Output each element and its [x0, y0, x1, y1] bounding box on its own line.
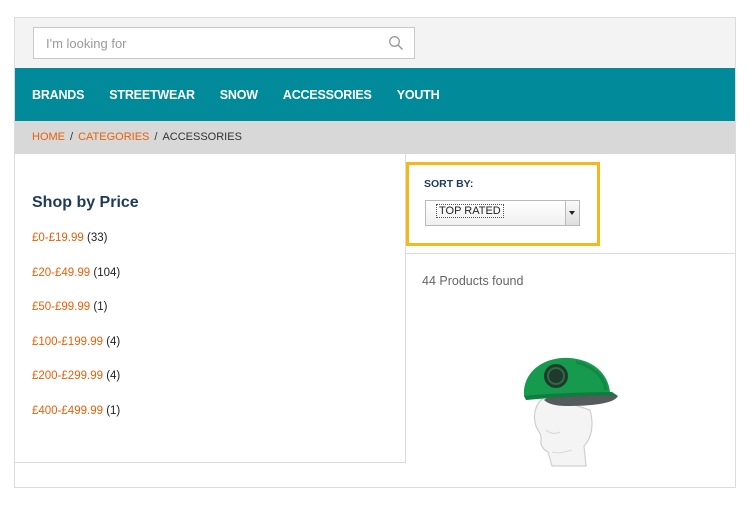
price-range-count: (104) [93, 266, 121, 279]
price-range-count: (4) [106, 370, 121, 382]
price-range-link[interactable]: £50-£99.99 [32, 301, 90, 313]
top-bar [15, 18, 735, 68]
sort-selected-value: TOP RATED [436, 204, 504, 218]
price-range-item: £100-£199.99 (4) [32, 335, 120, 370]
shop-by-price-heading: Shop by Price [32, 194, 139, 211]
nav-item-accessories[interactable]: ACCESSORIES [283, 88, 372, 102]
price-range-link[interactable]: £20-£49.99 [32, 267, 90, 279]
main-nav: BRANDS STREETWEAR SNOW ACCESSORIES YOUTH [15, 68, 735, 121]
price-range-item: £50-£99.99 (1) [32, 300, 120, 335]
page-container: BRANDS STREETWEAR SNOW ACCESSORIES YOUTH… [14, 17, 736, 488]
breadcrumb: HOME / CATEGORIES / ACCESSORIES [15, 121, 735, 154]
products-found-count: 44 Products found [422, 274, 524, 288]
breadcrumb-categories-link[interactable]: CATEGORIES [78, 131, 149, 143]
nav-item-streetwear[interactable]: STREETWEAR [109, 88, 195, 102]
breadcrumb-current: ACCESSORIES [162, 131, 242, 143]
price-range-list: £0-£19.99 (33) £20-£49.99 (104) £50-£99.… [32, 231, 120, 438]
breadcrumb-separator: / [154, 131, 158, 143]
breadcrumb-separator: / [70, 131, 74, 143]
price-range-count: (4) [106, 335, 121, 348]
nav-item-youth[interactable]: YOUTH [397, 88, 440, 102]
price-range-count: (1) [106, 404, 121, 417]
price-range-item: £200-£299.99 (4) [32, 369, 120, 404]
price-range-count: (33) [87, 232, 108, 244]
price-range-count: (1) [93, 301, 108, 313]
product-image-cap[interactable] [486, 334, 646, 474]
sort-by-box: SORT BY: TOP RATED [406, 162, 600, 246]
price-filter-panel: Shop by Price £0-£19.99 (33) £20-£49.99 … [15, 154, 406, 463]
sort-by-label: SORT BY: [424, 178, 474, 190]
nav-item-brands[interactable]: BRANDS [32, 88, 84, 102]
results-panel: SORT BY: TOP RATED 44 Products found [406, 154, 735, 487]
price-range-item: £0-£19.99 (33) [32, 231, 120, 266]
nav-item-snow[interactable]: SNOW [220, 88, 258, 102]
search-icon[interactable] [388, 35, 404, 51]
price-range-item: £400-£499.99 (1) [32, 404, 120, 439]
search-input[interactable] [34, 28, 386, 58]
section-divider [406, 253, 735, 254]
price-range-link[interactable]: £200-£299.99 [32, 370, 103, 382]
price-range-link[interactable]: £100-£199.99 [32, 336, 103, 348]
search-box[interactable] [33, 27, 415, 59]
price-range-link[interactable]: £0-£19.99 [32, 232, 84, 244]
dropdown-arrow-icon[interactable] [565, 201, 579, 225]
price-range-link[interactable]: £400-£499.99 [32, 405, 103, 417]
breadcrumb-home-link[interactable]: HOME [32, 131, 65, 143]
price-range-item: £20-£49.99 (104) [32, 266, 120, 301]
sort-by-select[interactable]: TOP RATED [425, 200, 580, 226]
